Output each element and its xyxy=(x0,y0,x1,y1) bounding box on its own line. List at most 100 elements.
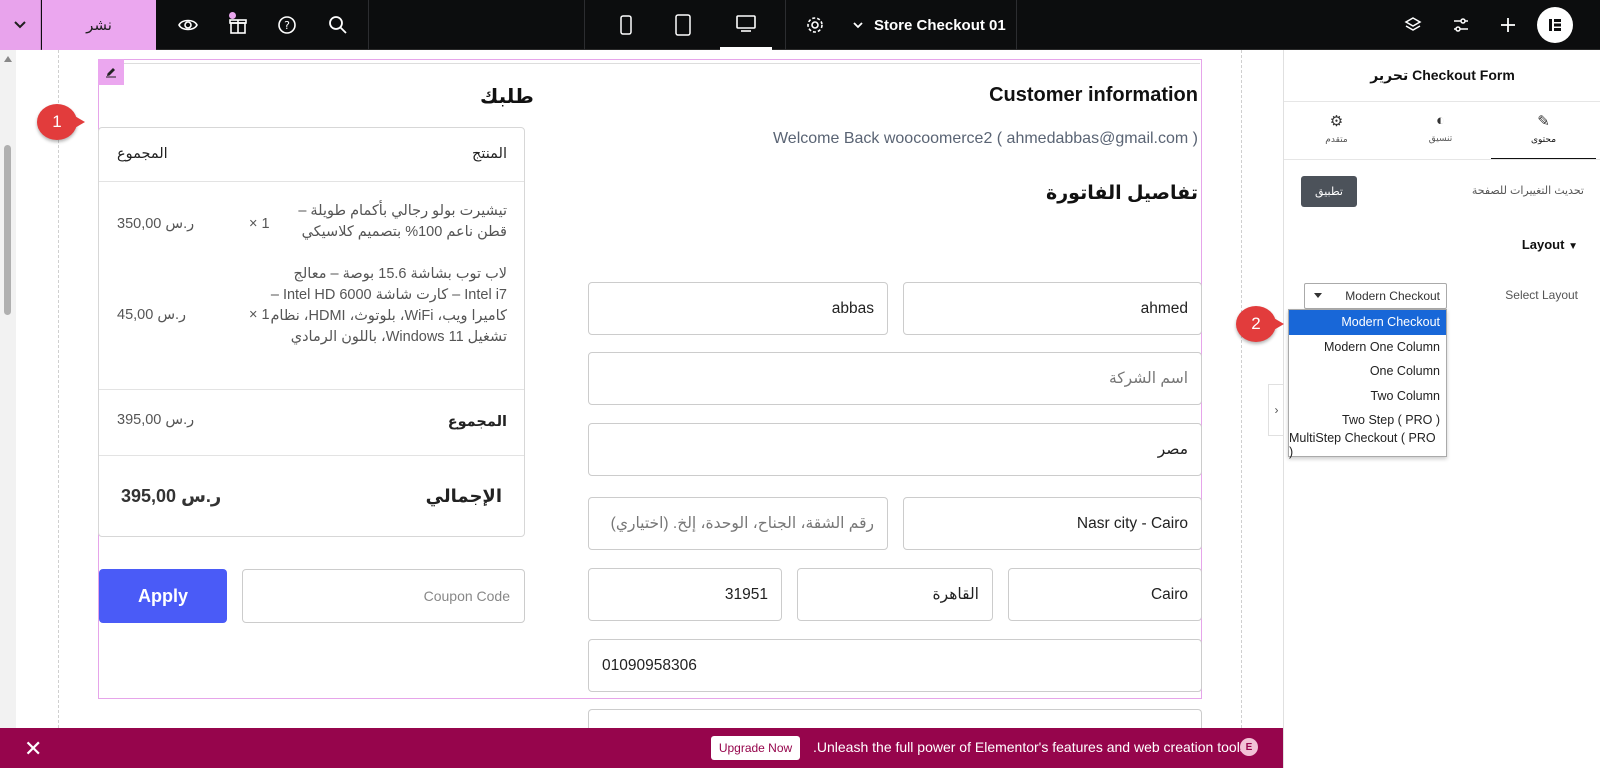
desktop-icon xyxy=(736,14,756,32)
phone-field[interactable]: 01090958306 xyxy=(588,639,1202,692)
site-settings-button[interactable] xyxy=(1446,0,1476,50)
total-row: الإجمالي 395,00 ر.س xyxy=(99,456,524,536)
promo-text: .Unleash the full power of Elementor's f… xyxy=(813,739,1247,755)
close-banner-button[interactable]: ✕ xyxy=(24,736,42,762)
tablet-view-button[interactable] xyxy=(663,0,703,50)
eye-icon xyxy=(178,19,198,31)
layout-option-modern-one-column[interactable]: Modern One Column xyxy=(1289,335,1446,360)
subtotal-label: المجموع xyxy=(447,414,507,430)
welcome-message: Welcome Back woocoomerce2 ( ahmedabbas@g… xyxy=(772,130,1198,147)
update-changes-label: تحديث التغييرات للصفحة xyxy=(1471,185,1584,197)
desktop-view-button[interactable] xyxy=(720,0,772,50)
tab-content-label: محتوى xyxy=(1530,134,1557,144)
step-marker-2: 2 xyxy=(1236,306,1284,342)
order-review-table: المنتج المجموع تيشيرت بولو رجالي بأكمام … xyxy=(98,127,525,537)
boxed-guide-left xyxy=(58,50,59,728)
layout-option-modern-checkout[interactable]: Modern Checkout xyxy=(1289,310,1446,335)
dropdown-arrow-icon xyxy=(1314,293,1322,298)
layout-option-two-column[interactable]: Two Column xyxy=(1289,384,1446,409)
layout-option-multistep[interactable]: MultiStep Checkout ( PRO ) xyxy=(1289,431,1446,459)
structure-button[interactable] xyxy=(1398,0,1428,50)
search-icon xyxy=(329,16,347,34)
mobile-view-button[interactable] xyxy=(606,0,646,50)
layers-icon xyxy=(1404,17,1422,31)
column-header-product: المنتج xyxy=(472,146,507,162)
tab-style-label: تنسيق xyxy=(1428,133,1453,143)
pencil-icon: ✎ xyxy=(1537,113,1550,130)
sliders-icon xyxy=(1454,18,1468,32)
panel-title: تحرير Checkout Form xyxy=(1284,50,1600,102)
address2-field[interactable]: رقم الشقة، الجناح، الوحدة، إلخ. (اختياري… xyxy=(588,497,888,550)
scroll-thumb[interactable] xyxy=(4,145,11,315)
canvas-scrollbar[interactable] xyxy=(0,50,16,728)
scroll-up-arrow-icon[interactable] xyxy=(4,56,12,62)
product-qty: × 1 xyxy=(249,307,270,323)
step-marker-1: 1 xyxy=(37,104,85,140)
chevron-right-icon: › xyxy=(1274,403,1279,417)
svg-text:?: ? xyxy=(284,19,290,32)
product-name: تيشيرت بولو رجالي بأكمام طويلة – قطن ناع… xyxy=(298,203,507,240)
document-title-button[interactable]: Store Checkout 01 xyxy=(852,0,1012,50)
publish-button[interactable]: نشر xyxy=(42,0,156,50)
pencil-icon xyxy=(106,68,116,78)
coupon-code-input[interactable]: Coupon Code xyxy=(242,569,525,623)
caret-down-icon: ▼ xyxy=(1568,241,1578,252)
order-items: تيشيرت بولو رجالي بأكمام طويلة – قطن ناع… xyxy=(99,182,524,390)
customer-info-title: Customer information xyxy=(989,84,1198,106)
upgrade-now-button[interactable]: Upgrade Now xyxy=(711,736,800,760)
plus-icon xyxy=(1501,18,1515,32)
postcode-field[interactable]: 31951 xyxy=(588,568,782,621)
help-icon: ? xyxy=(278,16,296,34)
layout-option-two-step[interactable]: Two Step ( PRO ) xyxy=(1289,408,1446,433)
city-field[interactable]: Cairo xyxy=(1008,568,1202,621)
layout-dropdown: Modern Checkout Modern One Column One Co… xyxy=(1288,309,1447,459)
add-element-button[interactable] xyxy=(1493,0,1523,50)
collapse-panel-button[interactable]: › xyxy=(1268,384,1284,436)
search-button[interactable] xyxy=(322,0,354,50)
subtotal-row: المجموع 395,00 ر.س xyxy=(99,390,524,456)
layout-select-value: Modern Checkout xyxy=(1345,289,1440,303)
page-settings-button[interactable] xyxy=(800,0,830,50)
subtotal-value: 395,00 ر.س xyxy=(117,412,195,428)
contrast-icon: ◐ xyxy=(1435,112,1446,129)
layout-heading: Layout xyxy=(1521,237,1565,252)
elementor-logo-icon[interactable] xyxy=(1537,7,1573,43)
column-header-total: المجموع xyxy=(117,146,168,162)
billing-details-title: تفاصيل الفاتورة xyxy=(1046,183,1198,204)
country-select[interactable]: مصر xyxy=(588,423,1202,476)
tab-content[interactable]: ✎ محتوى xyxy=(1491,112,1596,160)
product-price: 350,00 ر.س xyxy=(117,216,195,232)
tab-advanced-label: متقدم xyxy=(1325,134,1348,144)
layout-option-one-column[interactable]: One Column xyxy=(1289,359,1446,384)
first-name-field[interactable]: ahmed xyxy=(903,282,1202,335)
publish-options-button[interactable] xyxy=(0,0,41,50)
elementor-icon: E xyxy=(1240,738,1258,756)
address-field[interactable]: Nasr city - Cairo xyxy=(903,497,1202,550)
tab-advanced[interactable]: ⚙ متقدم xyxy=(1284,112,1389,160)
promo-banner: ✕ Upgrade Now .Unleash the full power of… xyxy=(0,728,1283,768)
order-title: طلبك xyxy=(480,86,534,108)
gear-icon: ⚙ xyxy=(1329,113,1344,130)
chevron-down-icon xyxy=(14,21,26,29)
tab-style[interactable]: ◐ تنسيق xyxy=(1388,112,1493,160)
layout-section-toggle[interactable]: Layout ▼ xyxy=(1522,237,1578,252)
preview-button[interactable] xyxy=(172,0,204,50)
notification-dot xyxy=(229,12,236,19)
last-name-field[interactable]: abbas xyxy=(588,282,888,335)
product-price: 45,00 ر.س xyxy=(117,307,187,323)
chevron-down-icon xyxy=(853,22,863,29)
boxed-guide-right xyxy=(1241,50,1242,728)
product-qty: × 1 xyxy=(249,216,270,232)
total-label: الإجمالي xyxy=(425,486,502,506)
company-field[interactable]: اسم الشركة xyxy=(588,352,1202,405)
edit-widget-button[interactable] xyxy=(98,59,124,85)
state-select[interactable]: القاهرة xyxy=(797,568,993,621)
mobile-icon xyxy=(620,15,632,35)
total-value: 395,00 ر.س xyxy=(121,486,222,506)
select-layout-label: Select Layout xyxy=(1505,288,1578,302)
whats-new-button[interactable] xyxy=(222,0,254,50)
apply-changes-button[interactable]: تطبيق xyxy=(1301,176,1357,207)
layout-select[interactable]: Modern Checkout xyxy=(1304,283,1447,309)
apply-coupon-button[interactable]: Apply xyxy=(99,569,227,623)
help-button[interactable]: ? xyxy=(271,0,303,50)
